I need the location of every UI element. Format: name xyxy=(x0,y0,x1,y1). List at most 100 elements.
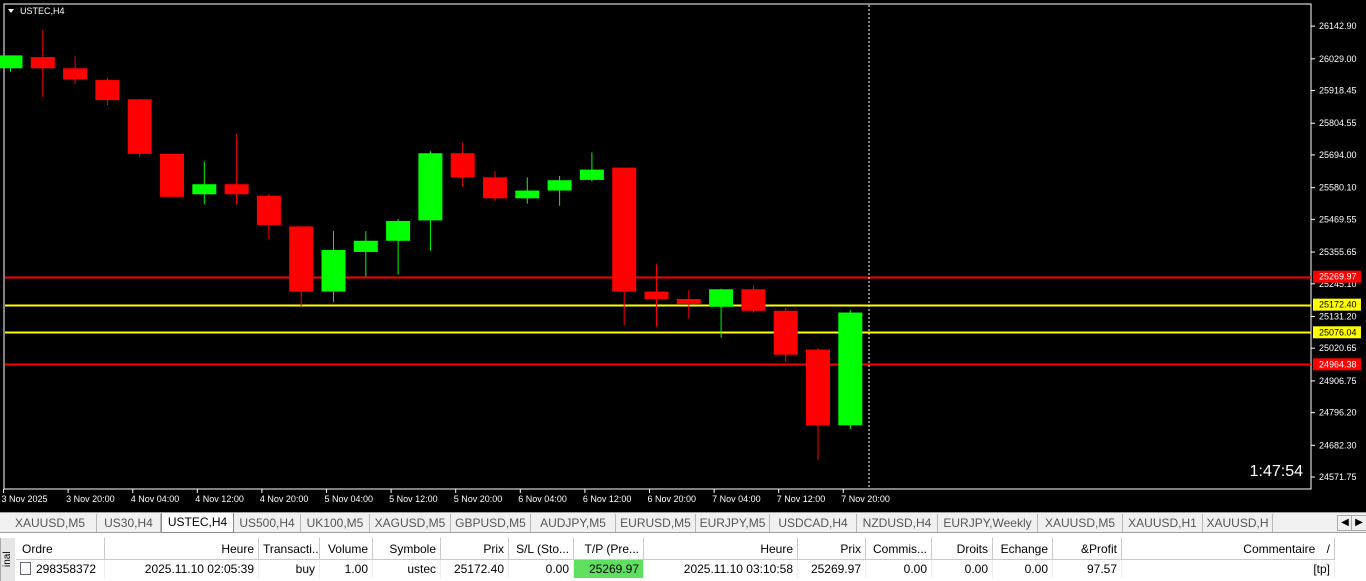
column-header[interactable]: Commentaire / xyxy=(1121,538,1335,560)
price-level-label: 25076.04 xyxy=(1319,327,1357,337)
order-row[interactable]: 298358372 2025.11.10 02:05:39 buy 1.00 ustec… xyxy=(16,559,1335,578)
column-header[interactable]: Heure xyxy=(104,538,259,560)
column-header[interactable]: Symbole xyxy=(372,538,441,560)
candle xyxy=(321,231,346,302)
y-tick-label: 25580.10 xyxy=(1319,183,1357,193)
x-tick-label: 6 Nov 04:00 xyxy=(518,494,567,504)
chart-tab[interactable]: US30,H4 xyxy=(97,514,161,532)
chart-tab[interactable]: XAUUSD,H1 xyxy=(1123,514,1203,532)
column-header[interactable]: Volume xyxy=(319,538,373,560)
candle-body xyxy=(676,299,701,304)
candle-body xyxy=(418,153,443,221)
x-tick-label: 7 Nov 20:00 xyxy=(841,494,890,504)
candle xyxy=(95,77,120,106)
candle xyxy=(483,171,507,201)
candle xyxy=(709,288,734,338)
candle-body xyxy=(483,177,507,199)
candle xyxy=(676,290,701,319)
chart-tab[interactable]: USDCAD,H4 xyxy=(770,514,857,532)
column-header[interactable]: Heure xyxy=(643,538,798,560)
column-header[interactable]: Prix xyxy=(797,538,866,560)
chart-tab[interactable]: USTEC,H4 xyxy=(161,513,234,533)
candle-body xyxy=(289,226,314,292)
y-tick-label: 25020.65 xyxy=(1319,343,1357,353)
candle xyxy=(806,348,830,461)
chart-tab[interactable]: US500,H4 xyxy=(234,514,301,532)
x-tick-label: 6 Nov 12:00 xyxy=(583,494,632,504)
candle-body xyxy=(224,184,249,195)
chart-tab[interactable]: EURJPY,Weekly xyxy=(938,514,1038,532)
x-tick-label: 4 Nov 20:00 xyxy=(260,494,309,504)
candle xyxy=(773,307,798,363)
x-tick-label: 4 Nov 04:00 xyxy=(131,494,180,504)
candle xyxy=(515,177,540,204)
chart-tab[interactable]: EURJPY,M5 xyxy=(696,514,770,532)
column-header[interactable]: Ordre xyxy=(16,538,105,560)
column-header[interactable]: Echange xyxy=(992,538,1053,560)
candle xyxy=(127,98,152,157)
terminal-side-label[interactable]: inal xyxy=(0,538,15,581)
candle-body xyxy=(806,349,830,426)
x-tick-label: 6 Nov 20:00 xyxy=(648,494,697,504)
table-cell: 0.00 xyxy=(865,559,932,578)
chart-tab[interactable]: XAUUSD,H xyxy=(1203,514,1273,532)
table-cell: 298358372 xyxy=(16,559,105,578)
candle-body xyxy=(741,289,766,311)
chart-tabs-bar: XAUUSD,M5 US30,H4 USTEC,H4 US500,H4 UK100,M5… xyxy=(0,512,1366,533)
chart-tab[interactable]: UK100,M5 xyxy=(301,514,370,532)
chart-tab[interactable]: NZDUSD,H4 xyxy=(857,514,938,532)
table-cell: 25269.97 xyxy=(797,559,866,578)
bar-countdown: 1:47:54 xyxy=(1250,463,1303,480)
candle xyxy=(838,310,863,430)
chart-menu-icon[interactable] xyxy=(8,9,14,13)
x-tick-label: 5 Nov 12:00 xyxy=(389,494,438,504)
x-tick-label: 5 Nov 20:00 xyxy=(454,494,503,504)
column-header[interactable]: T/P (Pre... xyxy=(573,538,644,560)
candle xyxy=(289,226,314,308)
chart-tab[interactable]: XAUUSD,M5 xyxy=(4,514,97,532)
y-tick-label: 24906.75 xyxy=(1319,376,1357,386)
candle-body xyxy=(63,68,88,80)
candle xyxy=(160,153,184,198)
candle xyxy=(741,285,766,313)
column-header[interactable]: Transacti... xyxy=(258,538,320,560)
candle-body xyxy=(612,167,637,292)
table-header-row: Ordre Heure Transacti... Volume Symbole Prix S… xyxy=(16,538,1335,560)
candle xyxy=(450,142,475,187)
candle xyxy=(256,194,281,240)
y-tick-label: 25918.45 xyxy=(1319,86,1357,96)
chart-tab[interactable]: GBPUSD,M5 xyxy=(451,514,531,532)
price-level-label: 25269.97 xyxy=(1319,272,1357,282)
candle xyxy=(30,30,55,97)
candle-body xyxy=(321,249,346,292)
table-cell: 0.00 xyxy=(992,559,1053,578)
table-cell: 0.00 xyxy=(931,559,993,578)
chart-title: USTEC,H4 xyxy=(20,6,65,16)
candle-body xyxy=(644,291,669,300)
candle xyxy=(547,175,572,206)
chart-canvas[interactable]: USTEC,H4 26142.90 26029.00 25918.45 25804.5… xyxy=(0,0,1366,512)
chart-tab[interactable]: XAGUSD,M5 xyxy=(370,514,451,532)
table-body: 298358372 2025.11.10 02:05:39 buy 1.00 ustec… xyxy=(16,559,1335,578)
price-chart[interactable]: USTEC,H4 26142.90 26029.00 25918.45 25804.5… xyxy=(0,0,1366,512)
candle xyxy=(644,264,669,327)
column-header[interactable]: Prix xyxy=(440,538,509,560)
column-header[interactable]: S/L (Sto... xyxy=(508,538,574,560)
chart-tab[interactable]: AUDJPY,M5 xyxy=(531,514,616,532)
candle-body xyxy=(450,153,475,178)
candle-body xyxy=(547,180,572,191)
candle-body xyxy=(579,169,604,180)
x-axis-labels: 3 Nov 2025 3 Nov 20:00 4 Nov 04:00 4 Nov 12… xyxy=(2,489,890,504)
candle-body xyxy=(386,220,411,241)
column-header[interactable]: &Profit xyxy=(1052,538,1122,560)
tab-scroll-right-icon[interactable]: ▶ xyxy=(1351,515,1366,531)
column-header[interactable]: Commis... xyxy=(865,538,932,560)
chart-tab[interactable]: XAUUSD,M5 xyxy=(1038,514,1123,532)
y-tick-label: 25694.00 xyxy=(1319,150,1357,160)
candle-body xyxy=(160,153,184,197)
candle-body xyxy=(127,99,152,154)
column-header[interactable]: Droits xyxy=(931,538,993,560)
y-tick-label: 24571.75 xyxy=(1319,472,1357,482)
table-cell: 25172.40 xyxy=(440,559,509,578)
chart-tab[interactable]: EURUSD,M5 xyxy=(616,514,696,532)
